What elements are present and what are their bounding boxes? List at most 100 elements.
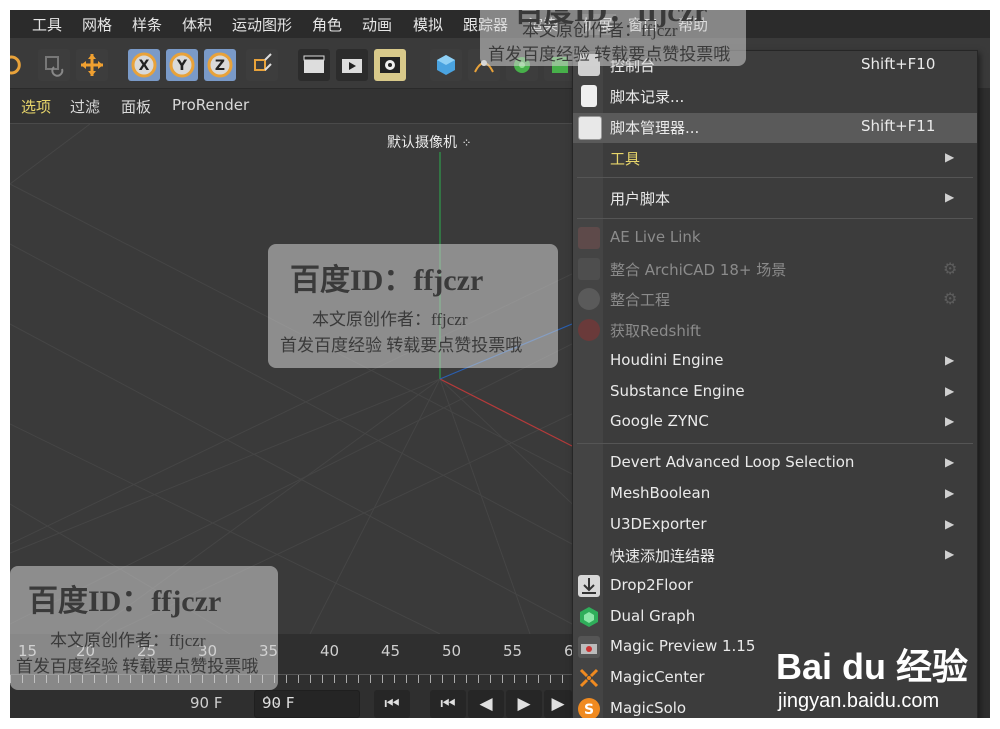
menu-item-substance-engine[interactable]: Substance Engine ▶ <box>573 378 977 408</box>
menu-mograph[interactable]: 运动图形 <box>232 14 292 35</box>
max-frame-field[interactable]: 90 F ⌃⌄ <box>254 690 360 718</box>
menu-item-ae-live-link[interactable]: AE Live Link <box>573 224 977 254</box>
menu-edge-fragment: ¦ <box>10 14 11 32</box>
menu-item-meshboolean[interactable]: MeshBoolean ▶ <box>573 480 977 510</box>
project-icon <box>578 288 600 310</box>
watermark-title: 百度ID：ffjczr <box>290 264 484 297</box>
submenu-arrow-icon: ▶ <box>945 455 955 469</box>
menu-item-label: 整合工程 <box>610 291 671 309</box>
previous-frame-button[interactable]: ◀ <box>468 690 504 718</box>
menu-item-label: Houdini Engine <box>610 351 724 369</box>
tick-label: 50 <box>442 642 462 660</box>
min-frame-field[interactable]: 90 F <box>190 694 222 712</box>
menu-spline[interactable]: 样条 <box>132 14 162 35</box>
z-axis-lock-icon[interactable]: Z <box>204 49 236 81</box>
menu-item-label: U3DExporter <box>610 515 707 533</box>
watermark-author: 本文原创作者：ffjczr <box>312 310 468 329</box>
menu-item-houdini-engine[interactable]: Houdini Engine ▶ <box>573 347 977 377</box>
menu-item-redshift[interactable]: 获取Redshift <box>573 316 977 346</box>
previous-key-button[interactable]: ⏮ <box>430 690 466 718</box>
menu-item-tools[interactable]: 工具 ▶ <box>573 144 977 174</box>
watermark-notice: 首发百度经验 转载要点赞投票哦 <box>488 45 731 64</box>
next-frame-button[interactable]: ▶ <box>544 690 572 718</box>
watermark-top: 百度ID：ffjczr 本文原创作者：ffjczr 首发百度经验 转载要点赞投票… <box>488 10 758 66</box>
right-panel-edge <box>977 88 990 718</box>
cube-icon[interactable] <box>430 49 462 81</box>
submenu-arrow-icon: ▶ <box>945 353 955 367</box>
menu-item-devert-loop[interactable]: Devert Advanced Loop Selection ▶ <box>573 449 977 479</box>
menu-item-drop2floor[interactable]: Drop2Floor <box>573 572 977 602</box>
menu-item-label: MagicCenter <box>610 668 705 686</box>
menu-mesh[interactable]: 网格 <box>82 14 112 35</box>
menu-animation[interactable]: 动画 <box>362 14 392 35</box>
submenu-arrow-icon: ▶ <box>945 384 955 398</box>
submenu-arrow-icon: ▶ <box>945 414 955 428</box>
live-selection-icon[interactable] <box>38 49 70 81</box>
dual-graph-icon <box>578 606 600 628</box>
menu-item-google-zync[interactable]: Google ZYNC ▶ <box>573 408 977 438</box>
menu-item-label: MagicSolo <box>610 699 687 717</box>
menu-item-quick-connector[interactable]: 快速添加连结器 ▶ <box>573 541 977 571</box>
menu-tools[interactable]: 工具 <box>32 14 62 35</box>
watermark-notice: 首发百度经验 转载要点赞投票哦 <box>16 657 259 676</box>
render-view-icon[interactable] <box>298 49 330 81</box>
baidu-jingyan-logo: Bai du 经验 jingyan.baidu.com <box>776 628 976 718</box>
viewport-menu-panel[interactable]: 面板 <box>121 96 151 117</box>
menu-character[interactable]: 角色 <box>312 14 342 35</box>
menu-item-label: Dual Graph <box>610 607 696 625</box>
gear-icon[interactable]: ⚙ <box>943 289 957 308</box>
watermark-title: 百度ID：ffjczr <box>28 585 222 618</box>
render-to-picture-viewer-icon[interactable] <box>336 49 368 81</box>
default-camera-label[interactable]: 默认摄像机 ⁘ <box>387 132 472 152</box>
menu-item-user-scripts[interactable]: 用户脚本 ▶ <box>573 184 977 214</box>
menu-separator <box>577 177 973 178</box>
viewport-menu-prorender[interactable]: ProRender <box>172 96 249 114</box>
menu-simulate[interactable]: 模拟 <box>413 14 443 35</box>
svg-text:Y: Y <box>176 58 188 74</box>
magic-preview-icon <box>578 636 600 658</box>
coordinate-system-icon[interactable] <box>246 49 278 81</box>
menu-item-label: Devert Advanced Loop Selection <box>610 453 855 471</box>
play-button[interactable]: ▶ <box>506 690 542 718</box>
menu-separator <box>577 218 973 219</box>
move-tool-icon[interactable] <box>76 49 108 81</box>
watermark-notice: 首发百度经验 转载要点赞投票哦 <box>280 336 523 355</box>
menu-item-script-manager[interactable]: 脚本管理器... Shift+F11 <box>573 113 977 143</box>
play-icon: ▶ <box>517 694 531 714</box>
skip-start-icon: ⏮ <box>384 694 400 714</box>
gear-icon[interactable]: ⚙ <box>943 259 957 278</box>
svg-text:Z: Z <box>215 58 225 74</box>
menu-item-label: Substance Engine <box>610 382 745 400</box>
menu-volume[interactable]: 体积 <box>182 14 212 35</box>
3d-viewport[interactable]: 默认摄像机 ⁘ <box>10 123 572 634</box>
tick-label: 40 <box>320 642 340 660</box>
extensions-dropdown-menu: 控制台 Shift+F10 脚本记录... 脚本管理器... Shift+F11… <box>572 50 978 718</box>
spinner-icon[interactable]: ⌃⌄ <box>262 694 353 708</box>
menu-item-label: 获取Redshift <box>610 322 701 340</box>
watermark-author: 本文原创作者：ffjczr <box>522 21 678 40</box>
menu-item-label: 用户脚本 <box>610 190 671 208</box>
watermark-author: 本文原创作者：ffjczr <box>50 631 206 650</box>
menu-item-label: 脚本管理器... <box>610 119 700 137</box>
tick-label: 45 <box>381 642 401 660</box>
viewport-menu-options[interactable]: 选项 <box>21 96 51 117</box>
submenu-arrow-icon: ▶ <box>945 517 955 531</box>
go-to-start-button[interactable]: ⏮ <box>374 690 410 718</box>
menu-item-script-log[interactable]: 脚本记录... <box>573 82 977 112</box>
svg-text:S: S <box>584 702 594 718</box>
menu-item-project[interactable]: 整合工程 ⚙ <box>573 285 977 315</box>
viewport-grid <box>10 124 572 634</box>
x-axis-lock-icon[interactable]: X <box>128 49 160 81</box>
menu-separator <box>577 443 973 444</box>
undo-icon[interactable] <box>10 49 28 81</box>
redshift-icon <box>578 319 600 341</box>
menu-item-u3dexporter[interactable]: U3DExporter ▶ <box>573 511 977 541</box>
viewport-menu-filter[interactable]: 过滤 <box>70 96 100 117</box>
watermark-bottom-left: 百度ID：ffjczr 本文原创作者：ffjczr 首发百度经验 转载要点赞投票… <box>16 576 278 686</box>
submenu-arrow-icon: ▶ <box>945 190 955 204</box>
y-axis-lock-icon[interactable]: Y <box>166 49 198 81</box>
menu-item-label: Magic Preview 1.15 <box>610 637 756 655</box>
cinema4d-window: ¦ 工具 网格 样条 体积 运动图形 角色 动画 模拟 跟踪器 渲染 扩展 窗口… <box>10 10 990 718</box>
render-settings-icon[interactable] <box>374 49 406 81</box>
menu-item-archicad[interactable]: 整合 ArchiCAD 18+ 场景 ⚙ <box>573 255 977 285</box>
